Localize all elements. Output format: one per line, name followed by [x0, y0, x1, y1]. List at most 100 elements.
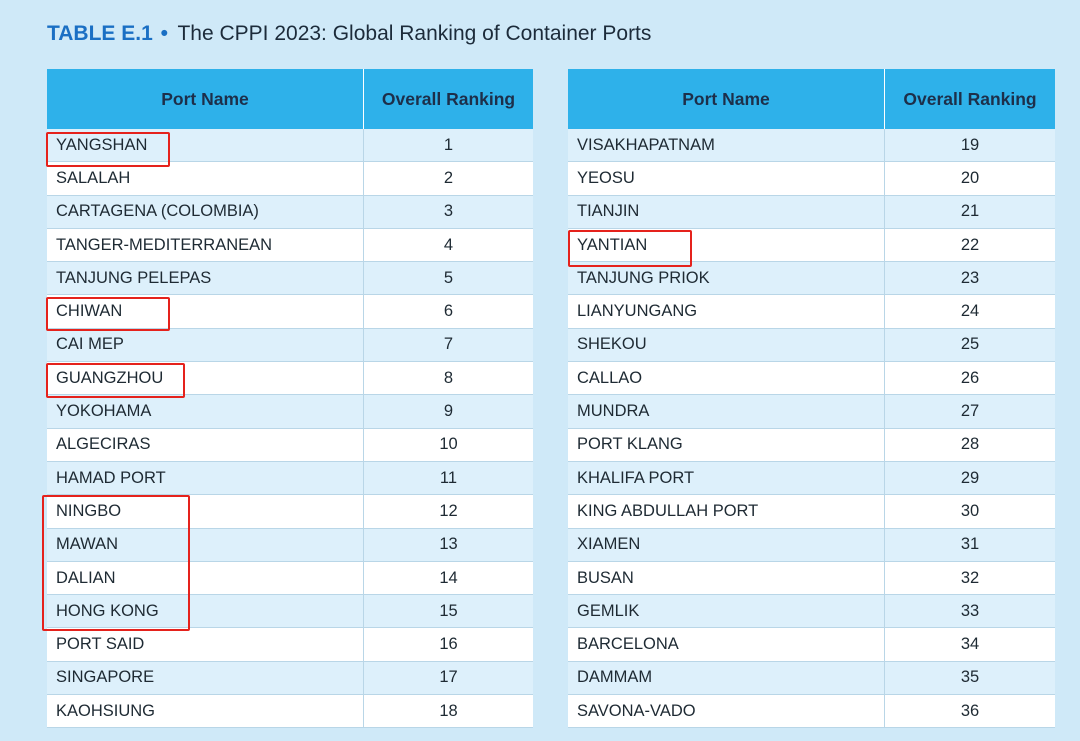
port-name-cell: ALGECIRAS: [47, 428, 364, 462]
port-name-cell: YEOSU: [568, 162, 885, 196]
table-row: SALALAH 2: [47, 162, 533, 196]
table-row: LIANYUNGANG 24: [568, 295, 1055, 329]
overall-ranking-cell: 31: [885, 528, 1055, 562]
port-name-cell: PORT KLANG: [568, 428, 885, 462]
port-name-cell: GEMLIK: [568, 595, 885, 629]
table-row: TIANJIN 21: [568, 195, 1055, 229]
column-header-port-name: Port Name: [568, 69, 885, 129]
port-name-cell: KHALIFA PORT: [568, 461, 885, 496]
column-header-overall-ranking: Overall Ranking: [885, 69, 1055, 129]
port-name-cell: PORT SAID: [47, 628, 364, 662]
port-name-cell: TANGER-MEDITERRANEAN: [47, 228, 364, 263]
port-name-cell: XIAMEN: [568, 528, 885, 562]
overall-ranking-cell: 34: [885, 628, 1055, 662]
overall-ranking-cell: 29: [885, 461, 1055, 496]
overall-ranking-cell: 30: [885, 495, 1055, 529]
table-row: BARCELONA 34: [568, 628, 1055, 662]
table-row: VISAKHAPATNAM 19: [568, 129, 1055, 163]
port-name-cell: CALLAO: [568, 362, 885, 396]
port-name-cell: CAI MEP: [47, 328, 364, 363]
highlight-box-chiwan: [46, 297, 170, 331]
overall-ranking-cell: 3: [364, 195, 533, 229]
table-row: KHALIFA PORT 29: [568, 461, 1055, 496]
table-row: CALLAO 26: [568, 362, 1055, 396]
table-row: TANJUNG PRIOK 23: [568, 262, 1055, 296]
table-row: SAVONA-VADO 36: [568, 695, 1055, 729]
overall-ranking-cell: 15: [364, 595, 533, 629]
overall-ranking-cell: 13: [364, 528, 533, 562]
overall-ranking-cell: 24: [885, 295, 1055, 329]
overall-ranking-cell: 25: [885, 328, 1055, 363]
overall-ranking-cell: 27: [885, 395, 1055, 429]
overall-ranking-cell: 23: [885, 262, 1055, 296]
overall-ranking-cell: 2: [364, 162, 533, 196]
table-row: YOKOHAMA 9: [47, 395, 533, 429]
overall-ranking-cell: 20: [885, 162, 1055, 196]
overall-ranking-cell: 18: [364, 695, 533, 729]
overall-ranking-cell: 11: [364, 461, 533, 496]
overall-ranking-cell: 12: [364, 495, 533, 529]
highlight-box-guangzhou: [46, 363, 185, 398]
ranking-table-right: Port Name Overall Ranking VISAKHAPATNAM 1…: [568, 69, 1055, 729]
overall-ranking-cell: 32: [885, 561, 1055, 596]
overall-ranking-cell: 17: [364, 661, 533, 696]
highlight-box-ningbo-to-hong-kong: [42, 495, 190, 631]
port-name-cell: BARCELONA: [568, 628, 885, 662]
port-name-cell: LIANYUNGANG: [568, 295, 885, 329]
overall-ranking-cell: 16: [364, 628, 533, 662]
port-name-cell: VISAKHAPATNAM: [568, 129, 885, 163]
overall-ranking-cell: 26: [885, 362, 1055, 396]
table-row: TANJUNG PELEPAS 5: [47, 262, 533, 296]
table-row: GEMLIK 33: [568, 595, 1055, 629]
table-code: TABLE E.1: [47, 22, 153, 45]
port-name-cell: SINGAPORE: [47, 661, 364, 696]
port-name-cell: BUSAN: [568, 561, 885, 596]
overall-ranking-cell: 8: [364, 362, 533, 396]
port-name-cell: SAVONA-VADO: [568, 695, 885, 729]
overall-ranking-cell: 14: [364, 561, 533, 596]
port-name-cell: CARTAGENA (COLOMBIA): [47, 195, 364, 229]
table-row: SHEKOU 25: [568, 328, 1055, 363]
table-row: SINGAPORE 17: [47, 661, 533, 696]
overall-ranking-cell: 7: [364, 328, 533, 363]
table-row: TANGER-MEDITERRANEAN 4: [47, 228, 533, 263]
table-caption: The CPPI 2023: Global Ranking of Contain…: [177, 22, 652, 45]
table-row: MUNDRA 27: [568, 395, 1055, 429]
header-row: Port Name Overall Ranking: [47, 69, 533, 129]
port-name-cell: DAMMAM: [568, 661, 885, 696]
port-name-cell: KING ABDULLAH PORT: [568, 495, 885, 529]
table-row: YEOSU 20: [568, 162, 1055, 196]
overall-ranking-cell: 33: [885, 595, 1055, 629]
table-row: XIAMEN 31: [568, 528, 1055, 562]
overall-ranking-cell: 6: [364, 295, 533, 329]
table-row: PORT SAID 16: [47, 628, 533, 662]
column-header-overall-ranking: Overall Ranking: [364, 69, 533, 129]
overall-ranking-cell: 35: [885, 661, 1055, 696]
overall-ranking-cell: 28: [885, 428, 1055, 462]
overall-ranking-cell: 22: [885, 228, 1055, 263]
overall-ranking-cell: 5: [364, 262, 533, 296]
title-bullet: •: [160, 22, 168, 45]
table-row: ALGECIRAS 10: [47, 428, 533, 462]
port-name-cell: MUNDRA: [568, 395, 885, 429]
overall-ranking-cell: 9: [364, 395, 533, 429]
port-name-cell: TIANJIN: [568, 195, 885, 229]
table-row: DAMMAM 35: [568, 661, 1055, 696]
overall-ranking-cell: 1: [364, 129, 533, 163]
highlight-box-yangshan: [46, 132, 170, 167]
table-row: CARTAGENA (COLOMBIA) 3: [47, 195, 533, 229]
table-row: KING ABDULLAH PORT 30: [568, 495, 1055, 529]
port-name-cell: YOKOHAMA: [47, 395, 364, 429]
overall-ranking-cell: 4: [364, 228, 533, 263]
port-name-cell: SHEKOU: [568, 328, 885, 363]
table-title: TABLE E.1 • The CPPI 2023: Global Rankin…: [47, 22, 651, 46]
table-row: PORT KLANG 28: [568, 428, 1055, 462]
port-name-cell: KAOHSIUNG: [47, 695, 364, 729]
overall-ranking-cell: 19: [885, 129, 1055, 163]
highlight-box-yantian: [568, 230, 692, 267]
header-row: Port Name Overall Ranking: [568, 69, 1055, 129]
port-name-cell: SALALAH: [47, 162, 364, 196]
table-row: HAMAD PORT 11: [47, 461, 533, 496]
overall-ranking-cell: 10: [364, 428, 533, 462]
table-row: CAI MEP 7: [47, 328, 533, 363]
